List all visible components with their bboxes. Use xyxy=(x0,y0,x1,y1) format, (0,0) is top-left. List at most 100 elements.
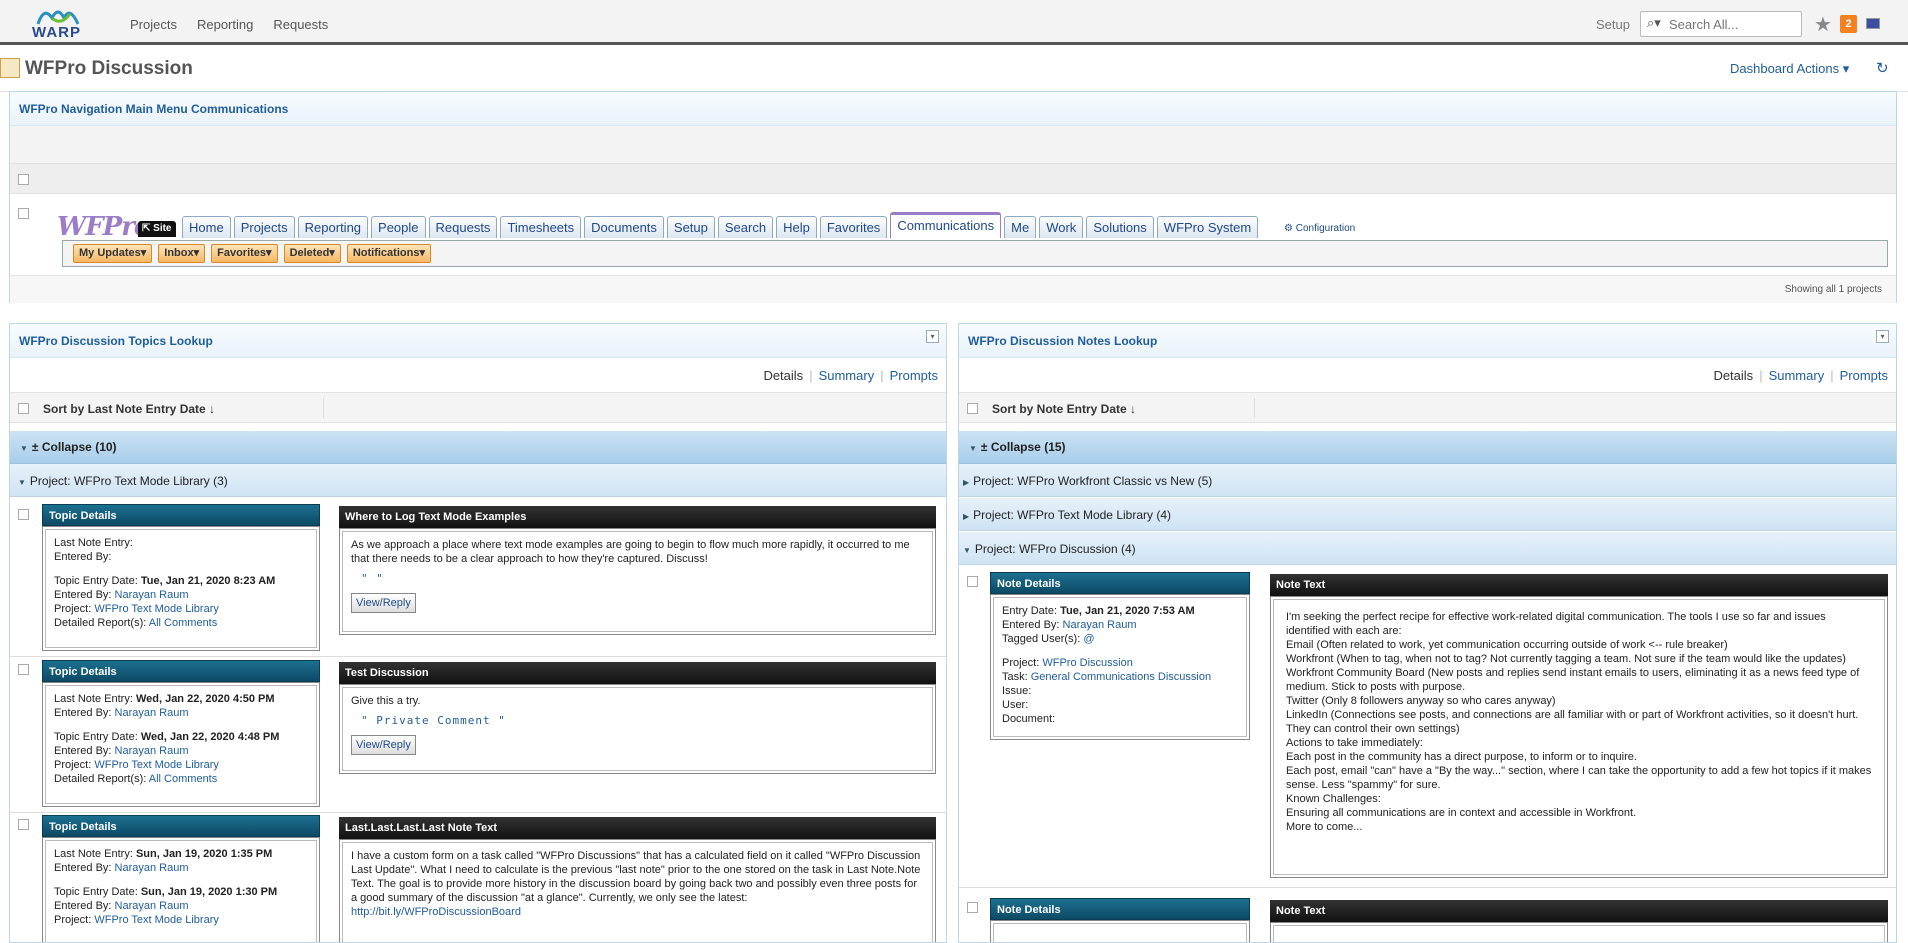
subtab-notifications[interactable]: Notifications▾ xyxy=(346,244,431,263)
discussion-board-link[interactable]: http://bit.ly/WFProDiscussionBoard xyxy=(351,906,521,918)
note-text-line: More to come... xyxy=(1286,821,1363,833)
top-nav-reporting[interactable]: Reporting xyxy=(197,17,253,32)
entered-by-link[interactable]: Narayan Raum xyxy=(115,900,189,912)
search-input[interactable] xyxy=(1669,15,1797,33)
project-link[interactable]: WFPro Text Mode Library xyxy=(94,603,219,615)
note-text-card: I'm seeking the perfect recipe for effec… xyxy=(1270,596,1888,878)
tab-setup[interactable]: Setup xyxy=(666,216,715,238)
record-checkbox[interactable] xyxy=(967,902,978,913)
row-divider xyxy=(10,812,946,813)
refresh-icon[interactable]: ↻ xyxy=(1876,59,1889,77)
tab-documents[interactable]: Documents xyxy=(584,216,664,238)
select-all-checkbox[interactable] xyxy=(967,403,978,414)
project-label: Project: xyxy=(54,759,92,771)
notes-collapse-group[interactable]: ▼ ± Collapse (15) xyxy=(959,431,1896,464)
notes-view-links: Details | Summary | Prompts xyxy=(1713,368,1888,383)
top-bar: WARP Projects Reporting Requests Setup ⌕… xyxy=(0,0,1908,45)
tab-help[interactable]: Help xyxy=(776,216,817,238)
project-label: Project: xyxy=(1002,657,1040,669)
topic-date-value: Sun, Jan 19, 2020 1:30 PM xyxy=(140,886,278,898)
dashboard-actions-button[interactable]: Dashboard Actions ▾ xyxy=(1730,61,1849,77)
view-details-link[interactable]: Details xyxy=(763,368,803,383)
select-all-checkbox[interactable] xyxy=(18,174,29,185)
expand-triangle-icon: ▶ xyxy=(963,512,970,521)
page-title: WFPro Discussion xyxy=(25,58,193,79)
language-flag-icon[interactable] xyxy=(1866,18,1880,29)
tab-timesheets[interactable]: Timesheets xyxy=(500,216,582,238)
panel-collapse-icon[interactable]: ▾ xyxy=(926,330,939,343)
entered-by-link[interactable]: Narayan Raum xyxy=(1063,619,1137,631)
sub-tabs: My Updates▾ Inbox▾ Favorites▾ Deleted▾ N… xyxy=(62,240,1888,267)
warp-logo-text: WARP xyxy=(32,24,81,41)
record-checkbox[interactable] xyxy=(18,819,29,830)
entered-by-link[interactable]: Narayan Raum xyxy=(115,745,189,757)
top-nav-requests[interactable]: Requests xyxy=(273,17,328,32)
tab-home[interactable]: Home xyxy=(182,216,231,238)
record-checkbox[interactable] xyxy=(18,509,29,520)
tab-people[interactable]: People xyxy=(371,216,426,238)
expand-triangle-icon: ▼ xyxy=(969,444,977,453)
project-link[interactable]: WFPro Discussion xyxy=(1042,657,1132,669)
view-summary-link[interactable]: Summary xyxy=(1769,368,1825,383)
tab-work[interactable]: Work xyxy=(1039,216,1084,238)
subtab-my-updates[interactable]: My Updates▾ xyxy=(73,244,153,263)
view-reply-button[interactable]: View/Reply xyxy=(351,593,416,613)
project-link[interactable]: WFPro Text Mode Library xyxy=(94,759,219,771)
notification-badge[interactable]: 2 xyxy=(1840,15,1857,33)
task-link[interactable]: General Communications Discussion xyxy=(1031,671,1211,683)
entry-date-label: Entry Date: xyxy=(1002,605,1058,617)
tagged-users-link[interactable]: @ xyxy=(1083,633,1094,645)
tab-communications[interactable]: Communications xyxy=(890,212,1002,238)
setup-link[interactable]: Setup xyxy=(1596,17,1630,32)
notes-project-group-classic[interactable]: ▶ Project: WFPro Workfront Classic vs New… xyxy=(959,464,1896,497)
record-checkbox[interactable] xyxy=(18,664,29,675)
entered-by-link[interactable]: Narayan Raum xyxy=(115,589,189,601)
all-comments-link[interactable]: All Comments xyxy=(149,617,217,629)
topics-project-group[interactable]: ▼ Project: WFPro Text Mode Library (3) xyxy=(10,464,946,497)
tab-projects[interactable]: Projects xyxy=(233,216,295,238)
view-details-link[interactable]: Details xyxy=(1713,368,1753,383)
topic-date-label: Topic Entry Date: xyxy=(54,731,138,743)
all-comments-link[interactable]: All Comments xyxy=(149,773,217,785)
notes-project-group-text-mode[interactable]: ▶ Project: WFPro Text Mode Library (4) xyxy=(959,498,1896,531)
tab-me[interactable]: Me xyxy=(1004,216,1037,238)
tab-wfpro-system[interactable]: WFPro System xyxy=(1156,216,1259,238)
view-reply-button[interactable]: View/Reply xyxy=(351,735,416,755)
view-prompts-link[interactable]: Prompts xyxy=(1840,368,1888,383)
tab-solutions[interactable]: Solutions xyxy=(1086,216,1154,238)
top-nav-projects[interactable]: Projects xyxy=(130,17,177,32)
site-tab[interactable]: ⇱ Site xyxy=(138,221,176,237)
view-prompts-link[interactable]: Prompts xyxy=(890,368,938,383)
entered-by-link[interactable]: Narayan Raum xyxy=(115,707,189,719)
notes-project-group-discussion[interactable]: ▼ Project: WFPro Discussion (4) xyxy=(959,532,1896,565)
note-text-line: Actions to take immediately: xyxy=(1286,737,1423,749)
subtab-favorites[interactable]: Favorites▾ xyxy=(211,244,278,263)
topic-details-header: Topic Details xyxy=(42,815,320,837)
topic-text-header: Last.Last.Last.Last Note Text xyxy=(339,817,936,839)
tab-favorites[interactable]: Favorites xyxy=(819,216,888,238)
search-box[interactable]: ⌕▾ xyxy=(1640,11,1802,37)
entry-date-value: Tue, Jan 21, 2020 7:53 AM xyxy=(1060,605,1195,617)
sort-by-last-note-date[interactable]: Sort by Last Note Entry Date ↓ xyxy=(43,402,215,416)
sort-by-note-date[interactable]: Sort by Note Entry Date ↓ xyxy=(992,402,1136,416)
configuration-link[interactable]: ⚙ Configuration xyxy=(1284,223,1355,234)
subtab-inbox[interactable]: Inbox▾ xyxy=(158,244,206,263)
record-checkbox[interactable] xyxy=(967,576,978,587)
tab-requests[interactable]: Requests xyxy=(428,216,498,238)
separator: | xyxy=(1830,368,1834,383)
column-divider xyxy=(323,398,324,418)
row-checkbox[interactable] xyxy=(18,208,29,219)
subtab-deleted[interactable]: Deleted▾ xyxy=(283,244,341,263)
favorites-star-icon[interactable]: ★ xyxy=(1814,12,1832,36)
entered-by-link[interactable]: Narayan Raum xyxy=(115,862,189,874)
tab-reporting[interactable]: Reporting xyxy=(297,216,369,238)
view-summary-link[interactable]: Summary xyxy=(819,368,875,383)
tagged-users-label: Tagged User(s): xyxy=(1002,633,1081,645)
select-all-checkbox[interactable] xyxy=(18,403,29,414)
panel-collapse-icon[interactable]: ▾ xyxy=(1876,330,1889,343)
topics-collapse-group[interactable]: ▼ ± Collapse (10) xyxy=(10,431,946,464)
warp-logo[interactable]: WARP xyxy=(30,4,92,42)
tab-search[interactable]: Search xyxy=(717,216,774,238)
note-text-line: LinkedIn (Connections see posts, and con… xyxy=(1286,709,1862,735)
project-link[interactable]: WFPro Text Mode Library xyxy=(94,914,219,926)
